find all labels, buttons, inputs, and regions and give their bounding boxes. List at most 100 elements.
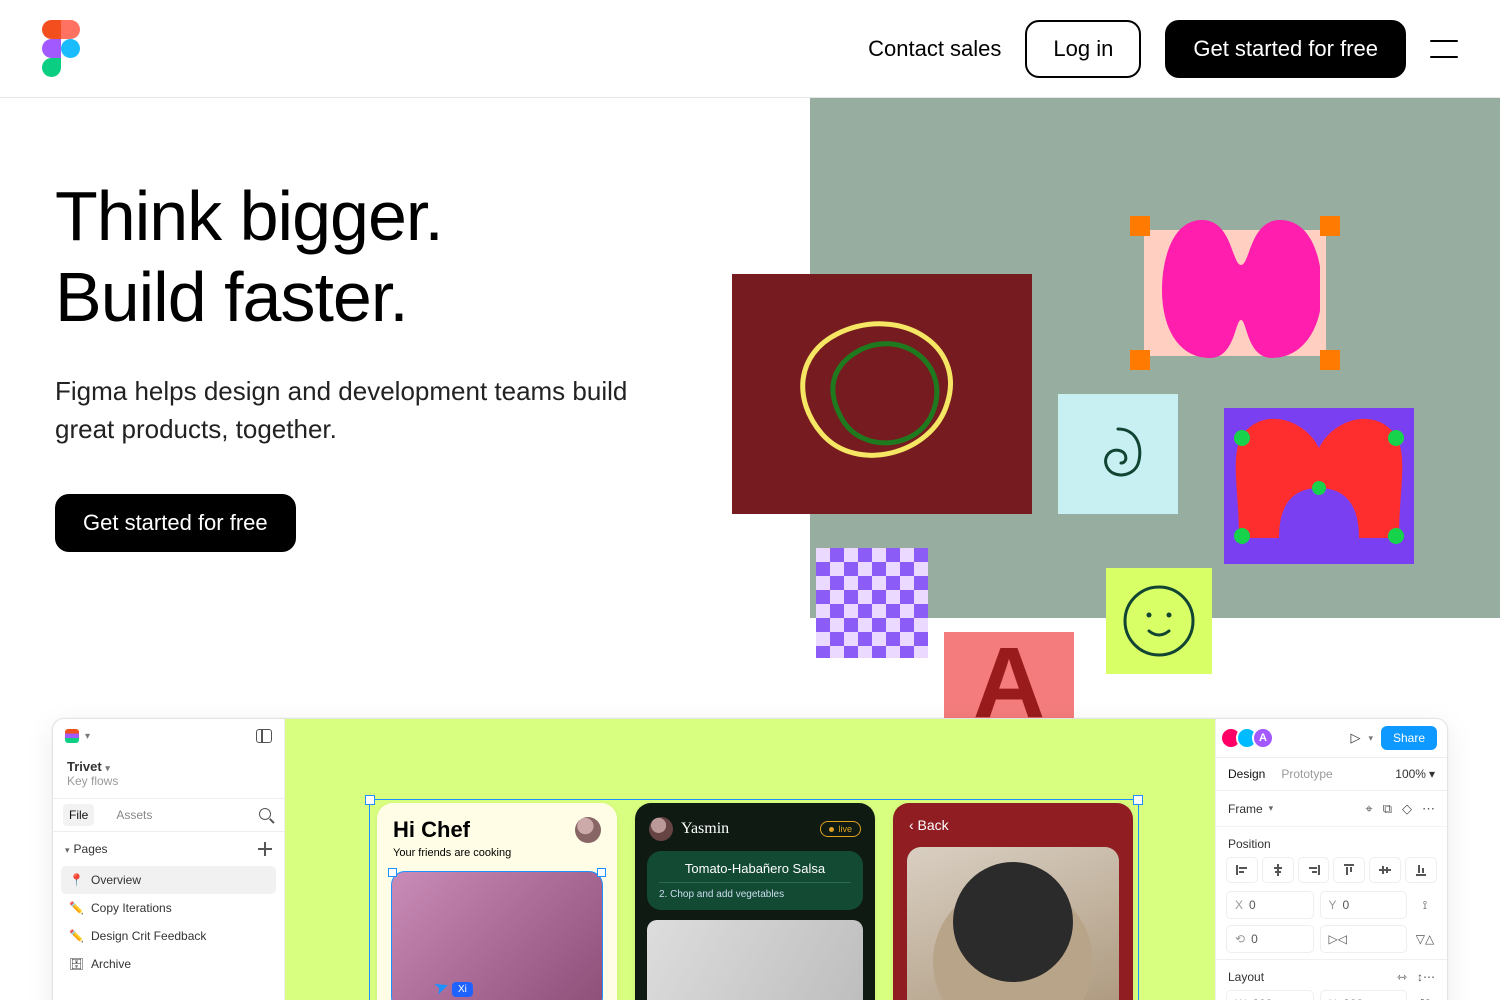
y-field[interactable]: Y0 [1320,891,1408,919]
m1-image-selected[interactable]: ➤Xi [391,871,603,1000]
rotation-field[interactable]: ⟲0 [1226,925,1314,953]
align-top-icon[interactable] [1333,857,1365,883]
play-icon[interactable]: ▷ [1350,730,1360,746]
selection-handle-icon [1130,216,1150,236]
chevron-down-icon: ▾ [65,845,70,855]
frame-row[interactable]: Frame ▾ ⌖ ⧉ ◇ ⋯ [1216,791,1447,827]
deco-tile-jester [1224,408,1414,564]
more-icon[interactable]: ⋯ [1422,801,1435,817]
figma-app-mock: ▾ Trivet ▾ Key flows File Assets ▾Pages [52,718,1448,1000]
hero-title-line2: Build faster. [55,258,408,336]
zoom-control[interactable]: 100% ▾ [1395,767,1435,781]
flip-h-field[interactable]: ▷◁ [1320,925,1408,953]
deco-tile-selected-shape [1132,218,1338,368]
tab-design[interactable]: Design [1228,767,1265,781]
page-item-label: Copy Iterations [91,901,172,915]
selection-handle-icon [1130,350,1150,370]
menu-icon[interactable] [1430,40,1458,58]
mobile-frame-hi-chef[interactable]: Hi Chef Your friends are cooking ➤Xi [377,803,617,1000]
xy-row: X0 Y0 ⟟ [1216,891,1447,925]
align-hcenter-icon[interactable] [1262,857,1294,883]
tab-prototype[interactable]: Prototype [1281,767,1332,781]
jester-icon [1224,408,1414,564]
page-item-overview[interactable]: 📍 Overview [61,866,276,894]
page-item-label: Design Crit Feedback [91,929,206,943]
blob-lines-icon [767,294,997,494]
x-value: 0 [1249,898,1256,912]
x-field[interactable]: X0 [1226,891,1314,919]
selection-handle-icon [1320,350,1340,370]
collaborator-avatars[interactable]: A [1226,727,1274,749]
chevron-down-icon[interactable]: ▾ [1368,733,1373,744]
rotation-value: 0 [1251,932,1258,946]
page-item-archive[interactable]: 🗄 Archive [61,950,276,978]
m1-title: Hi Chef [393,817,470,843]
rotation-icon: ⟲ [1235,932,1245,946]
search-icon[interactable] [259,808,274,823]
canvas[interactable]: Hi Chef Your friends are cooking ➤Xi Yas… [285,719,1215,1000]
link-dimensions-icon[interactable]: ⛶ [1413,990,1437,1000]
auto-layout-h-icon[interactable]: ⇿ [1397,970,1407,984]
mobile-frame-yasmin[interactable]: Yasmin live Tomato-Habañero Salsa 2. Cho… [635,803,875,1000]
m1-subtitle: Your friends are cooking [377,847,617,867]
figma-logo[interactable] [42,20,80,77]
right-panel-top: A ▷ ▾ Share [1216,719,1447,757]
m3-back[interactable]: ‹ Back [893,803,1133,847]
project-title[interactable]: Trivet ▾ [53,753,284,774]
layout-label: Layout [1228,970,1264,984]
rotation-row: ⟲0 ▷◁ ▽△ [1216,925,1447,959]
tab-assets[interactable]: Assets [110,804,158,826]
right-tabs: Design Prototype 100% ▾ [1216,757,1447,791]
page-item-label: Overview [91,873,141,887]
flip-vertical-icon[interactable]: ▽△ [1413,925,1437,953]
left-panel-top: ▾ [53,719,284,753]
chevron-down-icon[interactable]: ▾ [85,731,90,742]
letter-a-glyph: A [973,648,1045,718]
avatar-icon: A [1252,727,1274,749]
pages-section-header[interactable]: ▾ Pages [53,832,284,866]
pin-icon: 📍 [69,873,83,887]
hero-copy: Think bigger. Build faster. Figma helps … [55,176,715,552]
m2-photo [647,920,863,1000]
m3-photo [907,847,1119,1000]
left-tabs: File Assets [53,798,284,832]
align-right-icon[interactable] [1298,857,1330,883]
h-field[interactable]: H200 [1320,990,1408,1000]
add-page-icon[interactable] [258,842,272,856]
archive-icon: 🗄 [69,957,83,971]
page-item-copy-iterations[interactable]: ✏️ Copy Iterations [61,894,276,922]
layout-section: Layout ⇿ ↕⋯ [1216,959,1447,990]
deco-tile-smiley [1106,568,1212,674]
auto-layout-v-icon[interactable]: ↕⋯ [1417,970,1435,984]
spiral-icon [1083,419,1153,489]
get-started-button[interactable]: Get started for free [1165,20,1406,78]
panel-layout-icon[interactable] [256,729,272,743]
hero-section: Think bigger. Build faster. Figma helps … [0,98,1500,1000]
figma-mini-logo-icon[interactable] [65,729,79,743]
align-left-icon[interactable] [1226,857,1258,883]
copy-icon[interactable]: ⧉ [1383,801,1392,817]
header-actions: Contact sales Log in Get started for fre… [868,20,1458,78]
cursor-icon: ➤Xi [431,975,452,1000]
tab-file[interactable]: File [63,804,94,826]
align-bottom-icon[interactable] [1405,857,1437,883]
pink-blob-icon [1162,220,1320,358]
component-icon[interactable]: ◇ [1402,801,1412,817]
w-field[interactable]: W200 [1226,990,1314,1000]
page-item-design-crit[interactable]: ✏️ Design Crit Feedback [61,922,276,950]
align-vcenter-icon[interactable] [1369,857,1401,883]
deco-tile-checker [816,548,928,658]
pages-label: Pages [74,842,108,856]
contact-sales-link[interactable]: Contact sales [868,36,1001,62]
site-header: Contact sales Log in Get started for fre… [0,0,1500,98]
m2-card-title: Tomato-Habañero Salsa [659,861,851,876]
deco-tile-spiral [1058,394,1178,514]
share-button[interactable]: Share [1381,726,1437,750]
y-value: 0 [1343,898,1350,912]
login-button[interactable]: Log in [1025,20,1141,78]
absolute-position-icon[interactable]: ⟟ [1413,891,1437,919]
mobile-frame-back[interactable]: ‹ Back [893,803,1133,1000]
target-icon[interactable]: ⌖ [1365,801,1372,817]
hero-cta-button[interactable]: Get started for free [55,494,296,552]
smiley-icon [1119,581,1199,661]
